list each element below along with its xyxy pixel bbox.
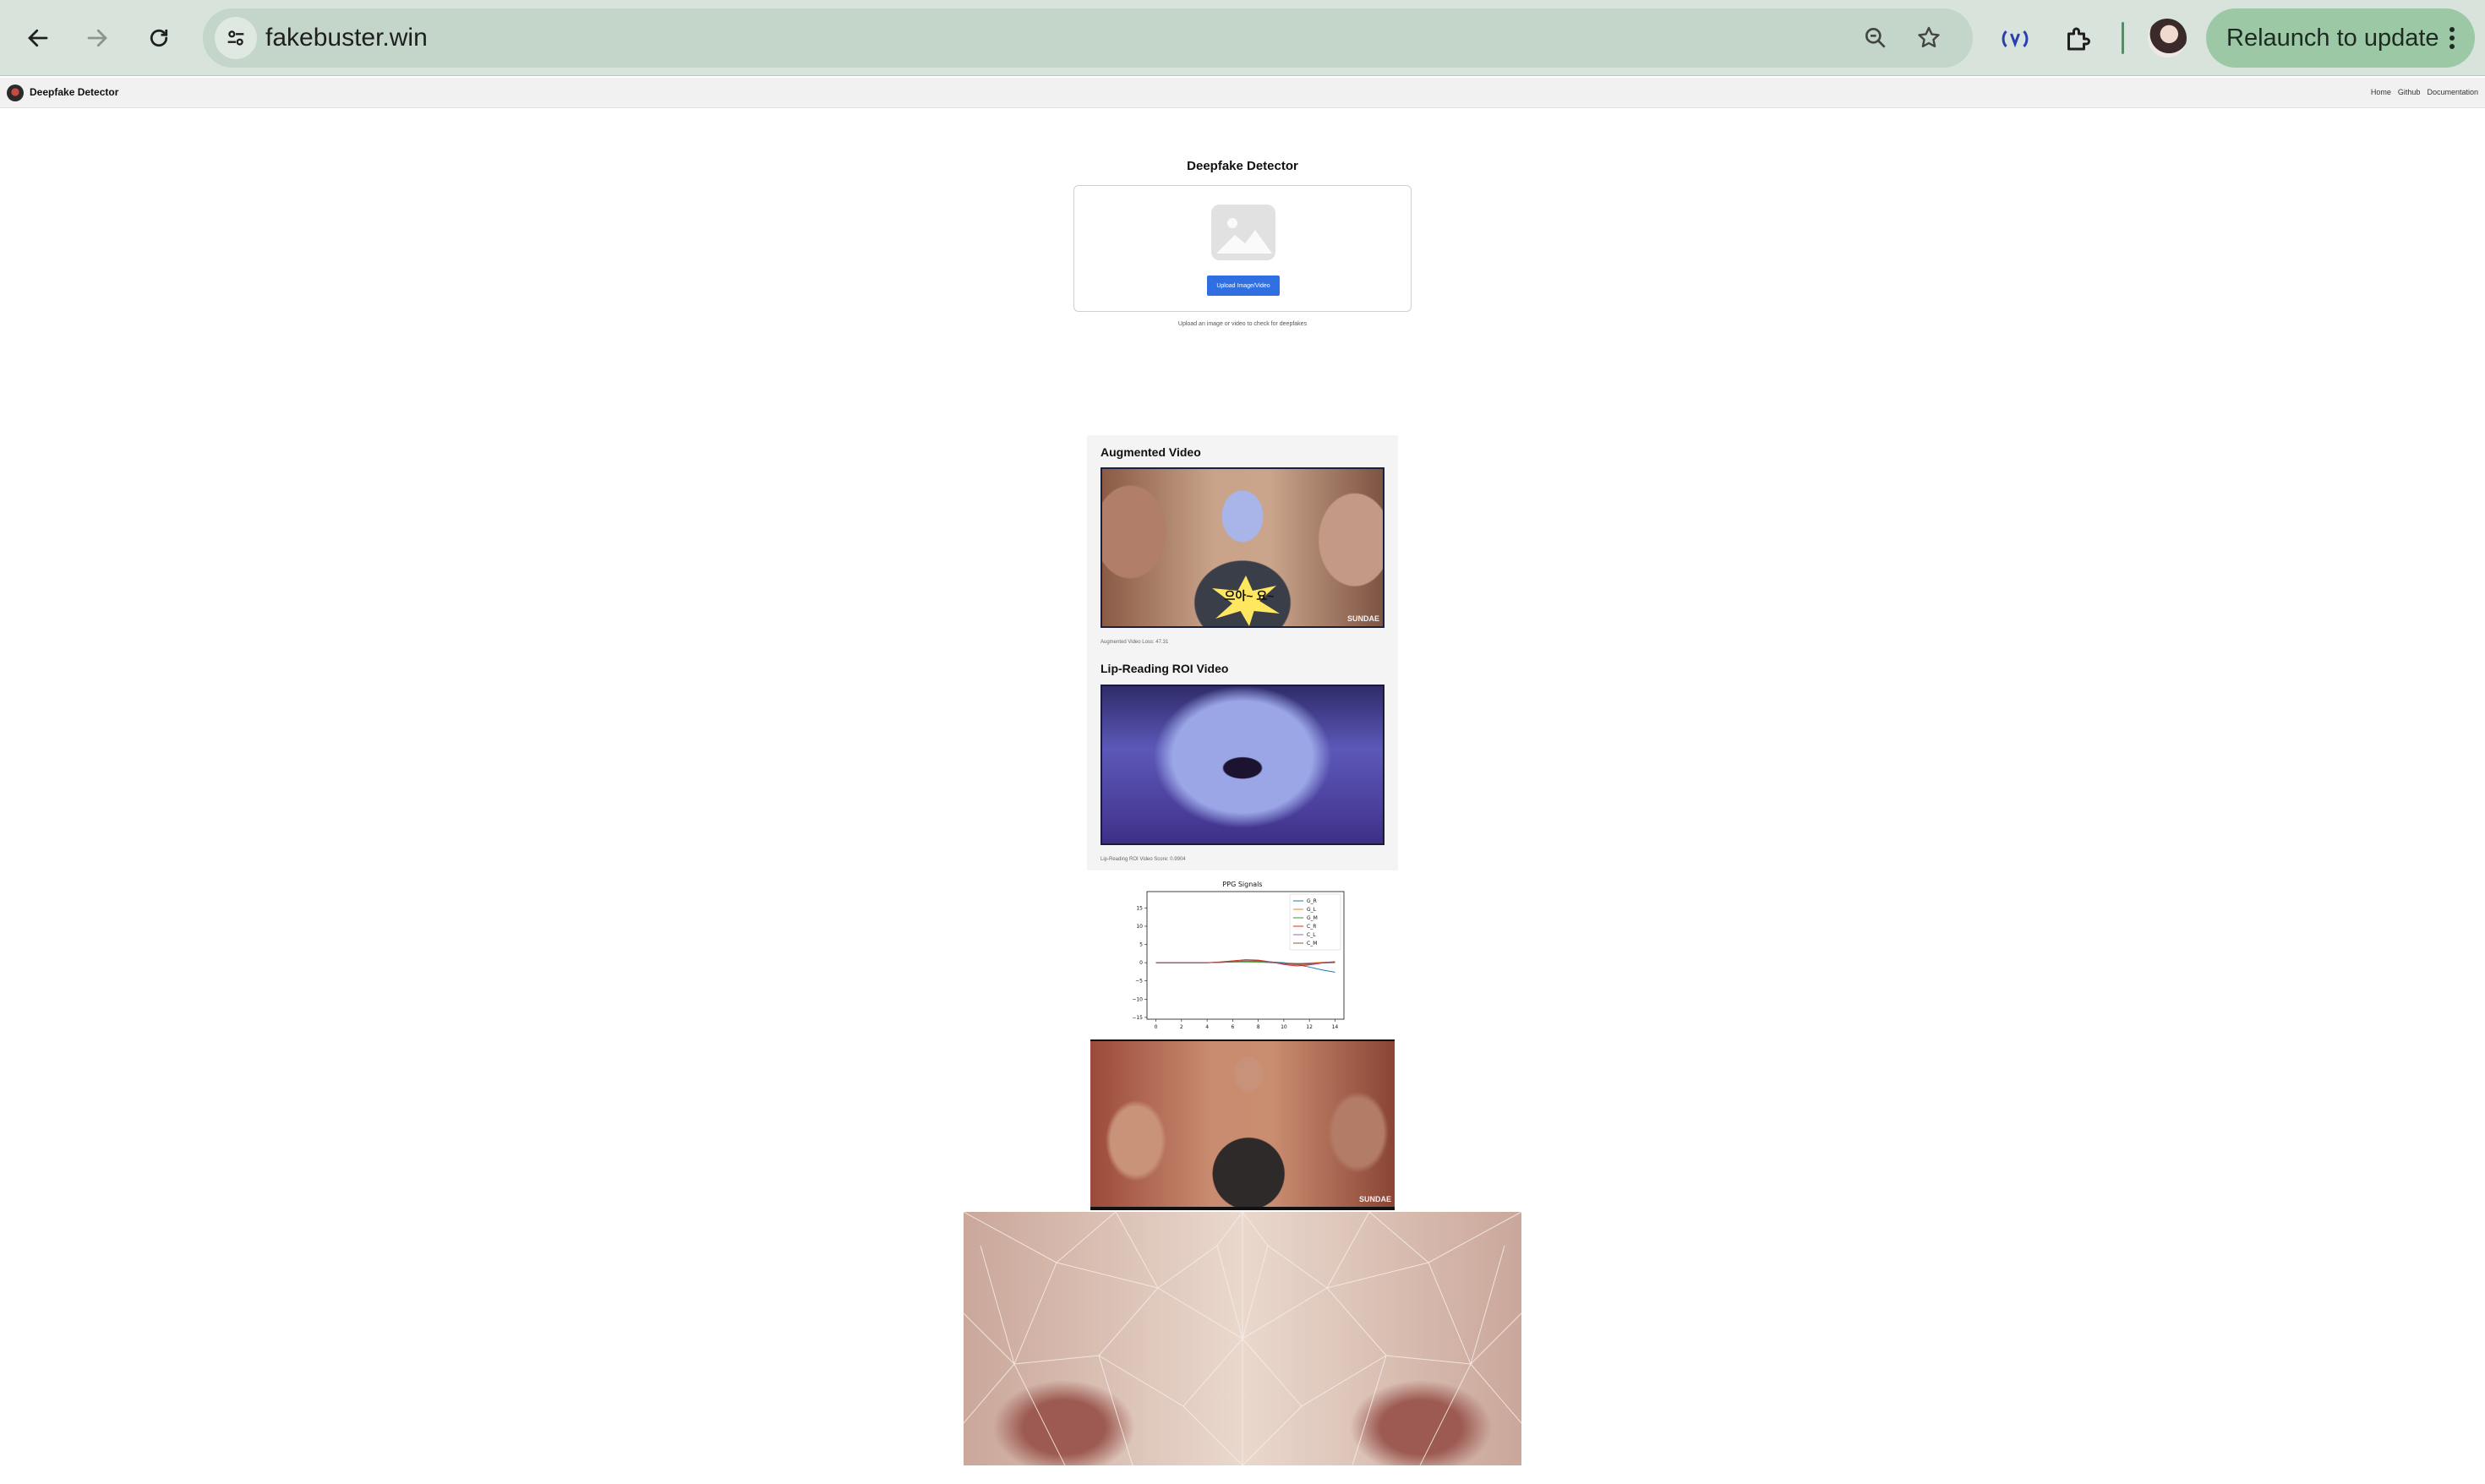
results-panel: Augmented Video 으아~ 요~ SUNDAE Augmented … bbox=[1087, 435, 1398, 870]
upload-button[interactable]: Upload Image/Video bbox=[1207, 276, 1280, 296]
page-title: Deepfake Detector bbox=[1187, 159, 1298, 173]
y-tick-label: −5 bbox=[1135, 979, 1143, 985]
back-button[interactable] bbox=[17, 17, 59, 59]
nav-documentation-link[interactable]: Documentation bbox=[2427, 88, 2478, 96]
ppg-signals-chart: PPG Signals 0 2 4 6 8 10 12 14 15 10 5 0 −5 −10 −15 G_… bbox=[1132, 881, 1345, 1030]
legend-label: G_L bbox=[1307, 907, 1317, 913]
y-tick-label: −15 bbox=[1132, 1015, 1143, 1021]
x-tick-label: 4 bbox=[1205, 1024, 1209, 1030]
face-mesh-image bbox=[964, 1212, 1521, 1465]
star-icon bbox=[1918, 26, 1940, 48]
y-tick-label: 15 bbox=[1136, 905, 1143, 911]
y-tick-label: 0 bbox=[1139, 960, 1143, 966]
forward-button[interactable] bbox=[76, 17, 118, 59]
legend-label: C_M bbox=[1307, 941, 1317, 947]
cast-extension-button[interactable] bbox=[1996, 20, 2034, 57]
site-nav: Home Github Documentation bbox=[2371, 88, 2478, 96]
browser-toolbar: fakebuster.win Relaunch to update bbox=[0, 0, 2485, 76]
magnifier-icon bbox=[1865, 27, 1886, 48]
site-logo[interactable] bbox=[7, 85, 24, 101]
back-arrow-icon bbox=[28, 29, 48, 47]
sticker-text: 으아~ 요~ bbox=[1224, 589, 1275, 603]
x-tick-label: 8 bbox=[1257, 1024, 1260, 1030]
original-video-frame[interactable]: SUNDAE bbox=[1090, 1039, 1395, 1210]
address-bar[interactable]: fakebuster.win bbox=[203, 8, 1973, 68]
site-info-button[interactable] bbox=[215, 17, 257, 59]
chart-title: PPG Signals bbox=[1222, 881, 1262, 888]
tune-icon bbox=[227, 30, 244, 46]
x-tick-label: 0 bbox=[1155, 1024, 1158, 1030]
reload-button[interactable] bbox=[138, 17, 180, 59]
image-placeholder-icon bbox=[1211, 205, 1275, 260]
legend-label: C_R bbox=[1307, 924, 1316, 930]
y-tick-label: −10 bbox=[1132, 996, 1143, 1002]
x-tick-label: 6 bbox=[1231, 1024, 1234, 1030]
x-tick-label: 14 bbox=[1332, 1024, 1339, 1030]
nav-github-link[interactable]: Github bbox=[2398, 88, 2421, 96]
url-text[interactable]: fakebuster.win bbox=[265, 22, 428, 54]
upload-card[interactable]: Upload Image/Video bbox=[1073, 185, 1412, 312]
zoom-button[interactable] bbox=[1860, 23, 1891, 53]
legend-label: G_R bbox=[1307, 898, 1317, 904]
lip-reading-video[interactable] bbox=[1100, 685, 1384, 845]
y-tick-label: 10 bbox=[1136, 924, 1143, 930]
x-tick-label: 10 bbox=[1281, 1024, 1287, 1030]
lip-reading-title: Lip-Reading ROI Video bbox=[1100, 662, 1229, 675]
site-title[interactable]: Deepfake Detector bbox=[30, 86, 118, 98]
forward-arrow-icon bbox=[87, 29, 107, 47]
relaunch-label: Relaunch to update bbox=[2226, 24, 2439, 52]
augmented-video-title: Augmented Video bbox=[1100, 445, 1201, 459]
puzzle-icon bbox=[2067, 27, 2090, 51]
toolbar-divider bbox=[2122, 22, 2124, 54]
lip-reading-caption: Lip-Reading ROI Video Score: 0.9904 bbox=[1100, 857, 1186, 862]
upload-hint: Upload an image or video to check for de… bbox=[1177, 321, 1308, 327]
augmented-video[interactable]: 으아~ 요~ SUNDAE bbox=[1100, 467, 1384, 628]
watermark: SUNDAE bbox=[1346, 614, 1379, 623]
broadcast-icon bbox=[2002, 30, 2029, 48]
nav-home-link[interactable]: Home bbox=[2371, 88, 2391, 96]
y-tick-label: 5 bbox=[1139, 942, 1143, 948]
bookmark-button[interactable] bbox=[1914, 23, 1944, 53]
site-header: Deepfake Detector Home Github Documentat… bbox=[0, 78, 2485, 108]
augmented-video-caption: Augmented Video Loss: 47.31 bbox=[1100, 640, 1169, 645]
x-tick-label: 12 bbox=[1306, 1024, 1313, 1030]
x-tick-label: 2 bbox=[1180, 1024, 1183, 1030]
relaunch-button[interactable]: Relaunch to update bbox=[2206, 8, 2475, 68]
profile-avatar[interactable] bbox=[2148, 19, 2187, 57]
extensions-button[interactable] bbox=[2059, 20, 2096, 57]
watermark: SUNDAE bbox=[1358, 1195, 1391, 1203]
legend-label: G_M bbox=[1307, 915, 1318, 921]
menu-kebab-icon[interactable] bbox=[2448, 27, 2456, 49]
legend-label: C_L bbox=[1307, 932, 1316, 938]
reload-icon bbox=[150, 29, 168, 47]
